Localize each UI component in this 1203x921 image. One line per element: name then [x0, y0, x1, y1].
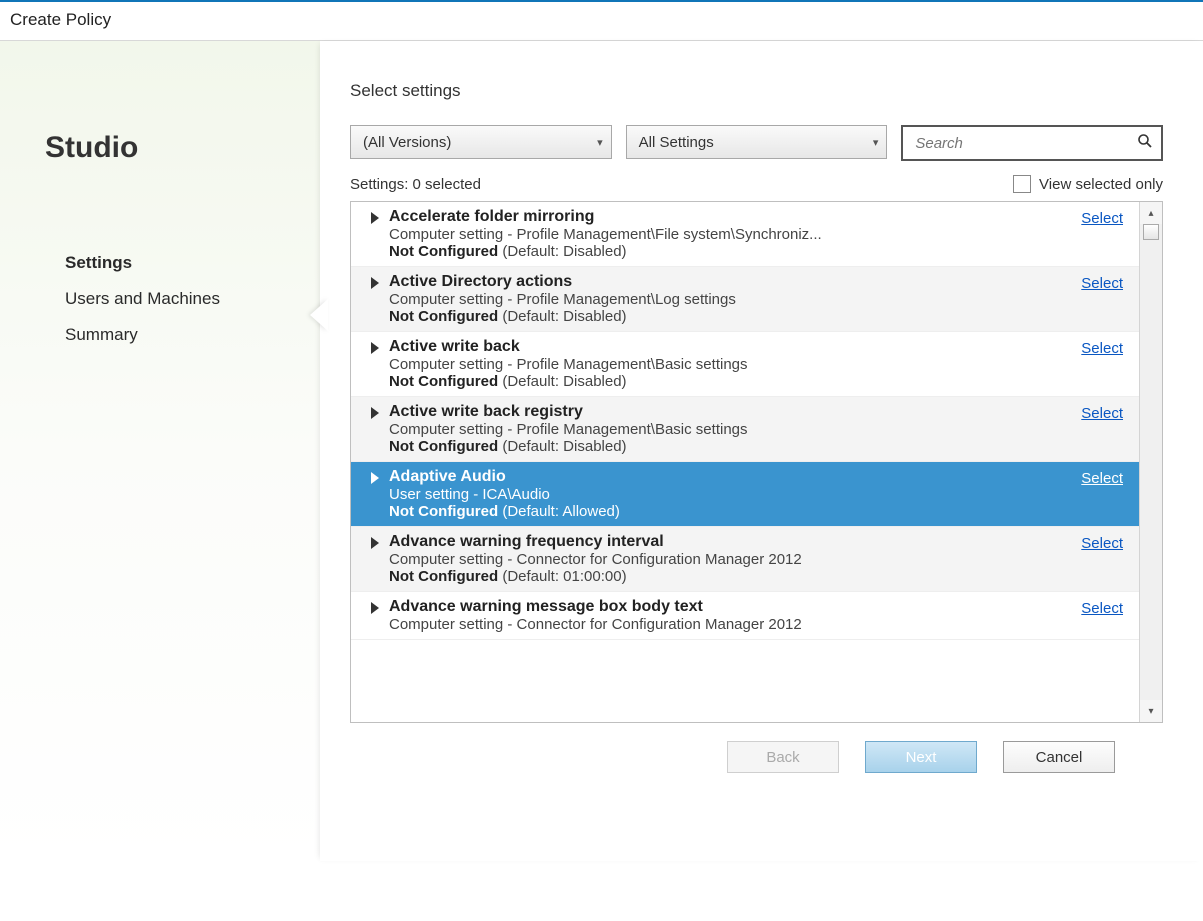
setting-title: Active Directory actions [389, 273, 1129, 291]
expand-icon[interactable] [371, 407, 379, 419]
version-combo[interactable]: (All Versions) ▾ [350, 125, 612, 159]
expand-icon[interactable] [371, 602, 379, 614]
dialog-body: Studio SettingsUsers and MachinesSummary… [0, 41, 1203, 861]
setting-path: Computer setting - Profile Management\Fi… [389, 226, 1129, 243]
version-combo-value: (All Versions) [363, 134, 451, 151]
expand-icon[interactable] [371, 537, 379, 549]
view-selected-only-label: View selected only [1039, 176, 1163, 193]
cancel-button[interactable]: Cancel [1003, 741, 1115, 773]
setting-state: Not Configured (Default: Disabled) [389, 243, 1129, 260]
wizard-footer: Back Next Cancel [350, 723, 1163, 773]
chevron-down-icon: ▾ [873, 136, 879, 149]
scroll-down-button[interactable]: ▾ [1140, 700, 1162, 722]
setting-title: Advance warning frequency interval [389, 533, 1129, 551]
category-combo-value: All Settings [639, 134, 714, 151]
select-link[interactable]: Select [1081, 340, 1123, 357]
setting-state: Not Configured (Default: Allowed) [389, 503, 1129, 520]
setting-path: Computer setting - Profile Management\Lo… [389, 291, 1129, 308]
search-icon[interactable] [1137, 133, 1153, 154]
search-box[interactable] [901, 125, 1163, 161]
setting-row[interactable]: Adaptive AudioUser setting - ICA\AudioNo… [351, 462, 1139, 527]
active-step-pointer-icon [310, 299, 328, 331]
setting-title: Advance warning message box body text [389, 598, 1129, 616]
back-button[interactable]: Back [727, 741, 839, 773]
settings-list[interactable]: Accelerate folder mirroringComputer sett… [351, 202, 1139, 722]
expand-icon[interactable] [371, 212, 379, 224]
setting-row[interactable]: Active write backComputer setting - Prof… [351, 332, 1139, 397]
scroll-track[interactable] [1140, 224, 1162, 700]
brand-label: Studio [45, 131, 300, 165]
setting-title: Active write back registry [389, 403, 1129, 421]
setting-state: Not Configured (Default: Disabled) [389, 308, 1129, 325]
setting-state: Not Configured (Default: Disabled) [389, 438, 1129, 455]
scroll-thumb[interactable] [1143, 224, 1159, 240]
setting-path: Computer setting - Profile Management\Ba… [389, 356, 1129, 373]
setting-row[interactable]: Active write back registryComputer setti… [351, 397, 1139, 462]
setting-path: Computer setting - Profile Management\Ba… [389, 421, 1129, 438]
wizard-step[interactable]: Summary [65, 317, 300, 353]
filter-row: (All Versions) ▾ All Settings ▾ [350, 125, 1163, 161]
expand-icon[interactable] [371, 277, 379, 289]
setting-path: Computer setting - Connector for Configu… [389, 616, 1129, 633]
select-link[interactable]: Select [1081, 470, 1123, 487]
setting-path: Computer setting - Connector for Configu… [389, 551, 1129, 568]
wizard-step[interactable]: Users and Machines [65, 281, 300, 317]
setting-row[interactable]: Active Directory actionsComputer setting… [351, 267, 1139, 332]
category-combo[interactable]: All Settings ▾ [626, 125, 888, 159]
select-link[interactable]: Select [1081, 405, 1123, 422]
scrollbar[interactable]: ▴ ▾ [1139, 202, 1162, 722]
settings-meta-row: Settings: 0 selected View selected only [350, 175, 1163, 193]
setting-title: Active write back [389, 338, 1129, 356]
expand-icon[interactable] [371, 342, 379, 354]
main-panel: Select settings (All Versions) ▾ All Set… [320, 41, 1203, 861]
setting-path: User setting - ICA\Audio [389, 486, 1129, 503]
wizard-steps: SettingsUsers and MachinesSummary [45, 245, 300, 353]
scroll-up-button[interactable]: ▴ [1140, 202, 1162, 224]
setting-title: Adaptive Audio [389, 468, 1129, 486]
panel-heading: Select settings [350, 81, 1163, 101]
chevron-down-icon: ▾ [597, 136, 603, 149]
select-link[interactable]: Select [1081, 210, 1123, 227]
search-input[interactable] [913, 134, 1137, 153]
setting-title: Accelerate folder mirroring [389, 208, 1129, 226]
sidebar: Studio SettingsUsers and MachinesSummary [0, 41, 320, 861]
select-link[interactable]: Select [1081, 535, 1123, 552]
window-title: Create Policy [0, 0, 1203, 41]
wizard-step[interactable]: Settings [65, 245, 300, 281]
setting-state: Not Configured (Default: 01:00:00) [389, 568, 1129, 585]
next-button[interactable]: Next [865, 741, 977, 773]
select-link[interactable]: Select [1081, 600, 1123, 617]
expand-icon[interactable] [371, 472, 379, 484]
settings-list-frame: Accelerate folder mirroringComputer sett… [350, 201, 1163, 723]
setting-row[interactable]: Accelerate folder mirroringComputer sett… [351, 202, 1139, 267]
view-selected-only-checkbox[interactable] [1013, 175, 1031, 193]
setting-row[interactable]: Advance warning frequency intervalComput… [351, 527, 1139, 592]
select-link[interactable]: Select [1081, 275, 1123, 292]
setting-state: Not Configured (Default: Disabled) [389, 373, 1129, 390]
settings-label: Settings: [350, 176, 408, 193]
setting-row[interactable]: Advance warning message box body textCom… [351, 592, 1139, 640]
settings-count: 0 selected [413, 176, 481, 193]
